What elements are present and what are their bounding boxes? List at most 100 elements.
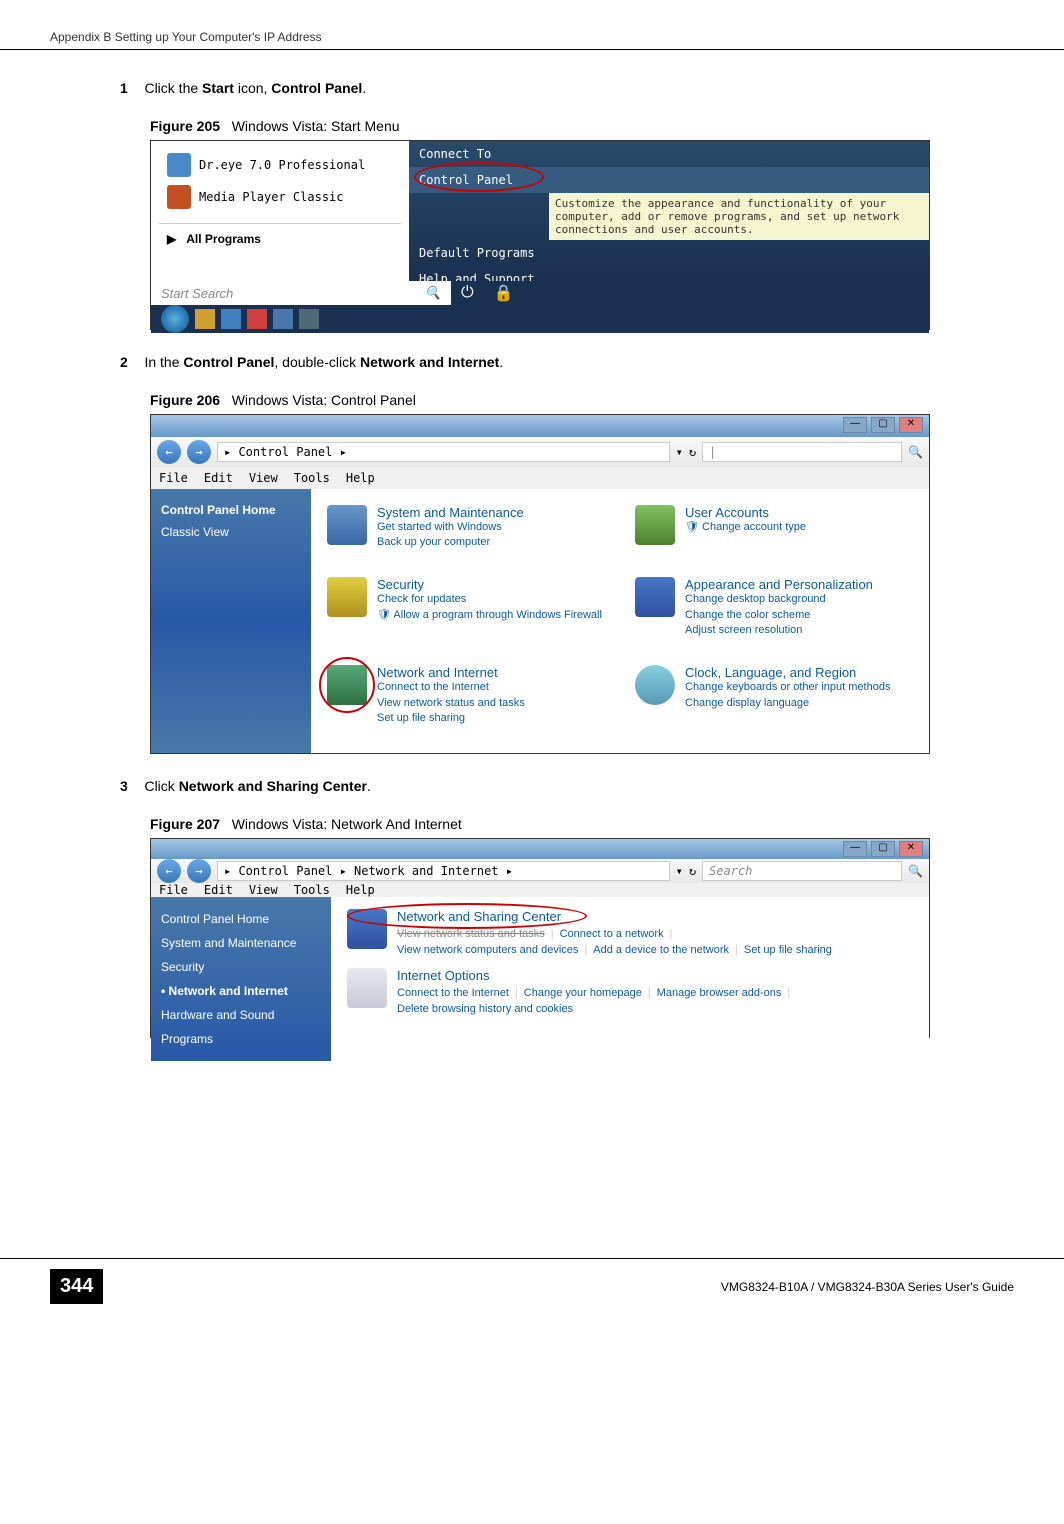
network-icon <box>327 665 367 705</box>
appendix-title: Appendix B Setting up Your Computer's IP… <box>50 30 322 44</box>
titlebar: — ▢ ✕ <box>151 839 929 859</box>
start-search[interactable]: Start Search 🔍 <box>151 281 451 305</box>
minimize-button[interactable]: — <box>843 417 867 433</box>
menu-help[interactable]: Help <box>346 883 375 897</box>
step-text: Click Network and Sharing Center. <box>144 778 370 794</box>
refresh-icon[interactable]: ↻ <box>689 445 696 459</box>
search-icon: 🔍 <box>425 285 441 301</box>
taskbar-icon-1[interactable] <box>195 309 215 329</box>
figure-207-caption: Figure 207 Windows Vista: Network And In… <box>150 816 944 832</box>
search-icon: 🔍 <box>908 864 923 878</box>
page-header: Appendix B Setting up Your Computer's IP… <box>0 20 1064 50</box>
power-icon[interactable]: ⏻ <box>461 284 474 302</box>
menu-view[interactable]: View <box>249 471 278 485</box>
menu-tools[interactable]: Tools <box>294 471 330 485</box>
main-panel: Network and Sharing Center View network … <box>331 897 929 1061</box>
menu-tools[interactable]: Tools <box>294 883 330 897</box>
menu-default-programs[interactable]: Default Programs <box>409 240 929 266</box>
titlebar: — ▢ ✕ <box>151 415 929 437</box>
cat-internet-options[interactable]: Internet Options Connect to the Internet… <box>347 968 913 1015</box>
app-dreye[interactable]: Dr.eye 7.0 Professional <box>159 149 401 181</box>
page-footer: 344 VMG8324-B10A / VMG8324-B30A Series U… <box>0 1258 1064 1314</box>
address-bar[interactable]: ▸ Control Panel ▸ <box>217 442 670 462</box>
taskbar-icon-3[interactable] <box>247 309 267 329</box>
start-menu-right: Connect To Control Panel Customize the a… <box>409 141 929 281</box>
sidebar-system[interactable]: System and Maintenance <box>161 931 321 955</box>
cat-sharing-center[interactable]: Network and Sharing Center View network … <box>347 909 913 956</box>
cat-security[interactable]: Security Check for updates 🛡 Allow a pro… <box>327 577 605 649</box>
step-1: 1 Click the Start icon, Control Panel. <box>120 80 944 98</box>
search-box[interactable]: Search <box>702 861 902 881</box>
cat-appearance[interactable]: Appearance and Personalization Change de… <box>635 577 913 649</box>
dropdown-icon[interactable]: ▾ <box>676 445 683 459</box>
highlight-oval <box>347 903 587 929</box>
sidebar-home[interactable]: Control Panel Home <box>161 499 301 521</box>
forward-button[interactable]: → <box>187 859 211 883</box>
search-box[interactable]: | <box>702 442 902 462</box>
start-menu-left: Dr.eye 7.0 Professional Media Player Cla… <box>151 141 409 281</box>
menu-help[interactable]: Help <box>346 471 375 485</box>
sidebar-home[interactable]: Control Panel Home <box>161 907 321 931</box>
figure-206-caption: Figure 206 Windows Vista: Control Panel <box>150 392 944 408</box>
cat-users[interactable]: User Accounts 🛡 Change account type <box>635 505 913 561</box>
menu-file[interactable]: File <box>159 883 188 897</box>
address-bar[interactable]: ▸ Control Panel ▸ Network and Internet ▸ <box>217 861 670 881</box>
screenshot-network-internet: — ▢ ✕ ← → ▸ Control Panel ▸ Network and … <box>150 838 930 1038</box>
step-2: 2 In the Control Panel, double-click Net… <box>120 354 944 372</box>
step-text: Click the Start icon, Control Panel. <box>144 80 366 96</box>
dreye-icon <box>167 153 191 177</box>
step-number: 1 <box>120 80 140 96</box>
maximize-button[interactable]: ▢ <box>871 841 895 857</box>
app-media-player[interactable]: Media Player Classic <box>159 181 401 213</box>
sidebar: Control Panel Home Classic View <box>151 489 311 753</box>
highlight-circle <box>319 657 375 713</box>
step-3: 3 Click Network and Sharing Center. <box>120 778 944 796</box>
users-icon <box>635 505 675 545</box>
cat-system[interactable]: System and Maintenance Get started with … <box>327 505 605 561</box>
nav-bar: ← → ▸ Control Panel ▸ ▾ ↻ | 🔍 <box>151 437 929 467</box>
step-number: 3 <box>120 778 140 794</box>
screenshot-control-panel: — ▢ ✕ ← → ▸ Control Panel ▸ ▾ ↻ | 🔍 File… <box>150 414 930 754</box>
minimize-button[interactable]: — <box>843 841 867 857</box>
taskbar-icon-4[interactable] <box>273 309 293 329</box>
close-button[interactable]: ✕ <box>899 841 923 857</box>
sidebar-classic[interactable]: Classic View <box>161 521 301 543</box>
all-programs[interactable]: ▶ All Programs <box>159 223 401 254</box>
sidebar-network[interactable]: • Network and Internet <box>161 979 321 1003</box>
step-text: In the Control Panel, double-click Netwo… <box>144 354 503 370</box>
sidebar-hardware[interactable]: Hardware and Sound <box>161 1003 321 1027</box>
tooltip: Customize the appearance and functionali… <box>549 193 929 240</box>
clock-icon <box>635 665 675 705</box>
forward-button[interactable]: → <box>187 440 211 464</box>
close-button[interactable]: ✕ <box>899 417 923 433</box>
menu-edit[interactable]: Edit <box>204 883 233 897</box>
taskbar <box>151 305 929 333</box>
taskbar-icon-5[interactable] <box>299 309 319 329</box>
sidebar-programs[interactable]: Programs <box>161 1027 321 1051</box>
menu-file[interactable]: File <box>159 471 188 485</box>
sidebar: Control Panel Home System and Maintenanc… <box>151 897 331 1061</box>
back-button[interactable]: ← <box>157 859 181 883</box>
triangle-icon: ▶ <box>167 232 176 246</box>
menu-edit[interactable]: Edit <box>204 471 233 485</box>
cat-clock[interactable]: Clock, Language, and Region Change keybo… <box>635 665 913 737</box>
screenshot-start-menu: Dr.eye 7.0 Professional Media Player Cla… <box>150 140 930 330</box>
dropdown-icon[interactable]: ▾ <box>676 864 683 878</box>
menu-bar: File Edit View Tools Help <box>151 467 929 489</box>
footer-text: VMG8324-B10A / VMG8324-B30A Series User'… <box>123 1280 1014 1294</box>
page-number: 344 <box>50 1269 103 1304</box>
sidebar-security[interactable]: Security <box>161 955 321 979</box>
menu-control-panel[interactable]: Control Panel <box>409 167 929 193</box>
maximize-button[interactable]: ▢ <box>871 417 895 433</box>
appearance-icon <box>635 577 675 617</box>
search-icon: 🔍 <box>908 445 923 459</box>
menu-bar: File Edit View Tools Help <box>151 883 929 897</box>
back-button[interactable]: ← <box>157 440 181 464</box>
cat-network[interactable]: Network and Internet Connect to the Inte… <box>327 665 605 737</box>
refresh-icon[interactable]: ↻ <box>689 864 696 878</box>
highlight-oval <box>414 162 544 192</box>
menu-view[interactable]: View <box>249 883 278 897</box>
taskbar-icon-2[interactable] <box>221 309 241 329</box>
lock-icon[interactable]: 🔒 <box>494 283 514 303</box>
start-orb[interactable] <box>161 305 189 333</box>
